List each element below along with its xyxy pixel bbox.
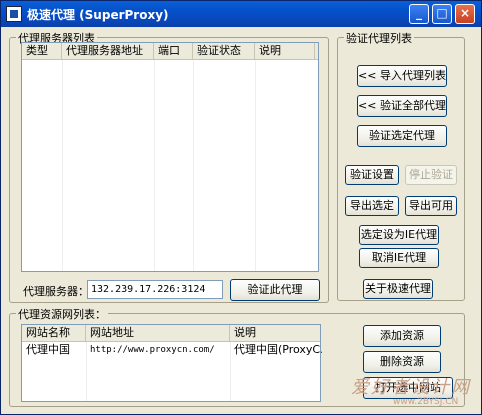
export-selected-button[interactable]: 导出选定 xyxy=(345,196,399,216)
proxy-server-input[interactable]: 132.239.17.226:3124 xyxy=(87,280,223,299)
stop-verify-button: 停止验证 xyxy=(405,165,457,185)
resource-list-header: 网站名称 网站地址 说明 xyxy=(22,325,320,342)
export-available-button[interactable]: 导出可用 xyxy=(405,196,457,216)
window-title: 极速代理 (SuperProxy) xyxy=(27,8,169,22)
col-site-name[interactable]: 网站名称 xyxy=(22,325,86,342)
maximize-button[interactable]: □ xyxy=(432,4,452,24)
app-icon xyxy=(6,6,22,22)
delete-resource-button[interactable]: 删除资源 xyxy=(363,351,441,373)
resource-list[interactable]: 网站名称 网站地址 说明 代理中国 http://www.proxycn.com… xyxy=(21,324,322,402)
column-divider xyxy=(230,342,231,401)
list-item[interactable]: 代理中国 http://www.proxycn.com/ 代理中国(ProxyC… xyxy=(22,342,322,358)
col-verify-status[interactable]: 验证状态 xyxy=(193,43,255,60)
col-port[interactable]: 端口 xyxy=(154,43,193,60)
proxy-server-label: 代理服务器： xyxy=(23,285,89,298)
column-divider xyxy=(86,342,87,401)
column-divider xyxy=(62,60,63,271)
col-site-url[interactable]: 网站地址 xyxy=(86,325,230,342)
cancel-ie-proxy-button[interactable]: 取消IE代理 xyxy=(359,248,439,268)
verify-this-proxy-button[interactable]: 验证此代理 xyxy=(230,279,320,301)
add-resource-button[interactable]: 添加资源 xyxy=(363,325,441,347)
verify-list-group-label: 验证代理列表 xyxy=(344,30,414,46)
col-type[interactable]: 类型 xyxy=(22,43,62,60)
minimize-button[interactable]: _ xyxy=(409,4,429,24)
verify-all-proxies-button[interactable]: << 验证全部代理 xyxy=(357,95,447,117)
app-window: 极速代理 (SuperProxy) _ □ × 代理服务器列表 类型 代理服务器… xyxy=(0,0,482,415)
col-description[interactable]: 说明 xyxy=(230,325,322,342)
col-address[interactable]: 代理服务器地址 xyxy=(62,43,154,60)
set-ie-proxy-button[interactable]: 选定设为IE代理 xyxy=(359,225,439,245)
column-divider xyxy=(193,60,194,271)
proxy-list-header: 类型 代理服务器地址 端口 验证状态 说明 xyxy=(22,43,318,60)
site-url-cell: http://www.proxycn.com/ xyxy=(90,345,215,355)
import-proxy-list-button[interactable]: << 导入代理列表 xyxy=(357,65,447,87)
about-button[interactable]: 关于极速代理 xyxy=(363,279,433,299)
site-description-cell: 代理中国(ProxyC... xyxy=(234,343,322,356)
proxy-list[interactable]: 类型 代理服务器地址 端口 验证状态 说明 xyxy=(21,42,319,272)
site-name-cell: 代理中国 xyxy=(26,343,70,356)
close-button[interactable]: × xyxy=(455,4,475,24)
title-bar[interactable]: 极速代理 (SuperProxy) _ □ × xyxy=(1,1,481,27)
column-divider xyxy=(255,60,256,271)
column-divider xyxy=(154,60,155,271)
col-notes[interactable]: 说明 xyxy=(255,43,315,60)
open-selected-site-button[interactable]: 打开选中网站 xyxy=(363,377,453,399)
verify-selected-proxy-button[interactable]: 验证选定代理 xyxy=(357,125,447,147)
verify-settings-button[interactable]: 验证设置 xyxy=(345,165,399,185)
proxy-resource-group-label: 代理资源网列表： xyxy=(16,306,108,322)
